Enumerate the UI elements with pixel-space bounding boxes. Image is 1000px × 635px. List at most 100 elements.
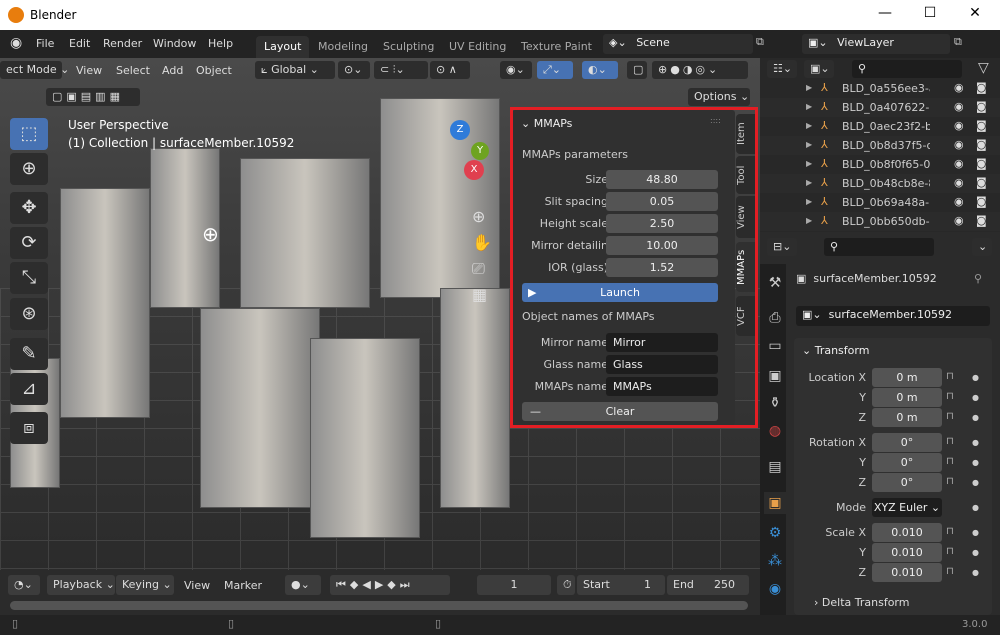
eye-icon[interactable]: ◉ <box>954 195 964 208</box>
menu-add[interactable]: Add <box>162 64 183 77</box>
options-chevron-icon[interactable]: ⌄ <box>972 238 992 256</box>
gizmo-toggle-icon[interactable]: ⤢⌄ <box>537 61 573 79</box>
location-field[interactable]: 0 m <box>872 368 942 387</box>
maximize-icon[interactable]: ☐ <box>920 5 940 25</box>
keyframe-dot-icon[interactable]: ● <box>972 478 979 487</box>
expand-arrow-icon[interactable]: ▶ <box>806 159 812 168</box>
camera-icon[interactable]: ◙ <box>976 81 987 94</box>
expand-arrow-icon[interactable]: ▶ <box>806 197 812 206</box>
keyframe-dot-icon[interactable]: ● <box>972 438 979 447</box>
outliner-item[interactable]: ▶ ⅄ BLD_0b8f0f65-0f. ◉ ◙ <box>760 155 1000 174</box>
keyframe-dot-icon[interactable]: ● <box>972 373 979 382</box>
keyframe-dot-icon[interactable]: ● <box>972 413 979 422</box>
tab-texture-paint[interactable]: Texture Paint <box>513 36 600 58</box>
tool-tab-icon[interactable]: ⚒ <box>764 272 786 294</box>
expand-arrow-icon[interactable]: ▶ <box>806 178 812 187</box>
rotation-field[interactable]: 0° <box>872 433 942 452</box>
timeline-marker-menu[interactable]: Marker <box>224 579 262 592</box>
world-tab-icon[interactable]: ◍ <box>764 420 786 442</box>
camera-icon[interactable]: ◙ <box>976 176 987 189</box>
eye-icon[interactable]: ◉ <box>954 214 964 227</box>
expand-arrow-icon[interactable]: ▶ <box>806 121 812 130</box>
end-frame-field[interactable]: End 250 <box>667 575 749 595</box>
outliner-item[interactable]: ▶ ⅄ BLD_0a556ee3-a ◉ ◙ <box>760 79 1000 98</box>
pivot-icon[interactable]: ⊙⌄ <box>338 61 370 79</box>
mode-selector[interactable]: ect Mode ⌄ <box>0 61 69 79</box>
outliner-item[interactable]: ▶ ⅄ BLD_0b69a48a-7 ◉ ◙ <box>760 193 1000 212</box>
scale-tool-icon[interactable]: ⤡ <box>10 262 48 294</box>
render-tab-icon[interactable]: ⎙ <box>764 307 786 329</box>
keyframe-dot-icon[interactable]: ● <box>972 528 979 537</box>
eye-icon[interactable]: ◉ <box>954 138 964 151</box>
move-tool-icon[interactable]: ✥ <box>10 192 48 224</box>
lock-icon[interactable]: ⊓ <box>946 371 954 382</box>
transform-header[interactable]: ⌄ Transform <box>802 344 869 357</box>
outliner-search-input[interactable]: ⚲ <box>852 60 962 78</box>
menu-view[interactable]: View <box>76 64 102 77</box>
camera-icon[interactable]: ◙ <box>976 195 987 208</box>
keyframe-dot-icon[interactable]: ● <box>972 548 979 557</box>
gizmo-x-axis[interactable]: X <box>464 160 484 180</box>
delta-transform-header[interactable]: › Delta Transform <box>814 596 909 609</box>
collection-tab-icon[interactable]: ▤ <box>764 456 786 478</box>
outliner-item[interactable]: ▶ ⅄ BLD_0a407622-e ◉ ◙ <box>760 98 1000 117</box>
snap-icon[interactable]: ⊂ ⫶⌄ <box>374 61 428 79</box>
menu-select[interactable]: Select <box>116 64 150 77</box>
keyframe-dot-icon[interactable]: ● <box>972 458 979 467</box>
playback-controls-icons[interactable]: ⏮◆◀▶◆⏭ <box>330 575 450 595</box>
navigation-icons[interactable]: ⊕ ✋ ⎚ ▦ <box>472 204 492 308</box>
measure-tool-icon[interactable]: ⊿ <box>10 373 48 405</box>
lock-icon[interactable]: ⊓ <box>946 546 954 557</box>
close-icon[interactable]: ✕ <box>965 5 985 25</box>
gizmo-z-axis[interactable]: Z <box>450 120 470 140</box>
rotate-tool-icon[interactable]: ⟳ <box>10 227 48 259</box>
object-tab-icon[interactable]: ▣ <box>764 492 786 514</box>
add-cube-tool-icon[interactable]: ⧈ <box>10 412 48 444</box>
timeline-view-menu[interactable]: View <box>184 579 210 592</box>
scene-tab-icon[interactable]: ⚱ <box>764 392 786 414</box>
keying-menu[interactable]: Keying ⌄ <box>116 575 174 595</box>
lock-icon[interactable]: ⊓ <box>946 476 954 487</box>
shading-mode-icons[interactable]: ⊕●◑◎⌄ <box>652 61 748 79</box>
menu-object[interactable]: Object <box>196 64 232 77</box>
location-field[interactable]: 0 m <box>872 388 942 407</box>
tab-modeling[interactable]: Modeling <box>310 36 376 58</box>
rotation-field[interactable]: 0° <box>872 453 942 472</box>
blender-menu-icon[interactable]: ◉ <box>10 35 22 51</box>
editor-type-icon[interactable]: ⊟⌄ <box>767 238 797 256</box>
lock-icon[interactable]: ⊓ <box>946 391 954 402</box>
camera-icon[interactable]: ◙ <box>976 119 987 132</box>
modifier-tab-icon[interactable]: ⚙ <box>764 522 786 544</box>
expand-arrow-icon[interactable]: ▶ <box>806 216 812 225</box>
lock-icon[interactable]: ⊓ <box>946 436 954 447</box>
display-mode-icon[interactable]: ☷⌄ <box>767 60 797 78</box>
eye-icon[interactable]: ◉ <box>954 119 964 132</box>
timeline-editor-icon[interactable]: ◔⌄ <box>8 575 40 595</box>
tab-layout[interactable]: Layout <box>256 36 310 58</box>
eye-icon[interactable]: ◉ <box>954 157 964 170</box>
tab-sculpting[interactable]: Sculpting <box>375 36 442 58</box>
view-layer-tab-icon[interactable]: ▣ <box>764 365 786 387</box>
options-dropdown[interactable]: Options ⌄ <box>688 88 750 106</box>
camera-icon[interactable]: ◙ <box>976 100 987 113</box>
pin-icon[interactable]: ⚲ <box>974 272 982 285</box>
menu-edit[interactable]: Edit <box>69 37 90 50</box>
object-name-input[interactable]: ▣⌄ surfaceMember.10592 <box>796 306 990 326</box>
playback-menu[interactable]: Playback ⌄ <box>47 575 115 595</box>
annotate-tool-icon[interactable]: ✎ <box>10 338 48 370</box>
eye-icon[interactable]: ◉ <box>954 100 964 113</box>
current-frame-field[interactable]: 1 <box>477 575 551 595</box>
keyframe-dot-icon[interactable]: ● <box>972 568 979 577</box>
proportional-edit-icon[interactable]: ⊙ ∧ <box>430 61 470 79</box>
record-icon[interactable]: ●⌄ <box>285 575 321 595</box>
physics-tab-icon[interactable]: ◉ <box>764 578 786 600</box>
xray-icon[interactable]: ▢ <box>627 61 647 79</box>
scale-field[interactable]: 0.010 <box>872 543 942 562</box>
outliner-item[interactable]: ▶ ⅄ BLD_0aec23f2-bb ◉ ◙ <box>760 117 1000 136</box>
orientation-selector[interactable]: ⟀ Global ⌄ <box>255 61 335 79</box>
menu-file[interactable]: File <box>36 37 54 50</box>
eye-icon[interactable]: ◉ <box>954 81 964 94</box>
select-box-tool-icon[interactable]: ⬚ <box>10 118 48 150</box>
outliner-item[interactable]: ▶ ⅄ BLD_0b8d37f5-d2 ◉ ◙ <box>760 136 1000 155</box>
timeline-scrollbar[interactable] <box>10 601 748 610</box>
